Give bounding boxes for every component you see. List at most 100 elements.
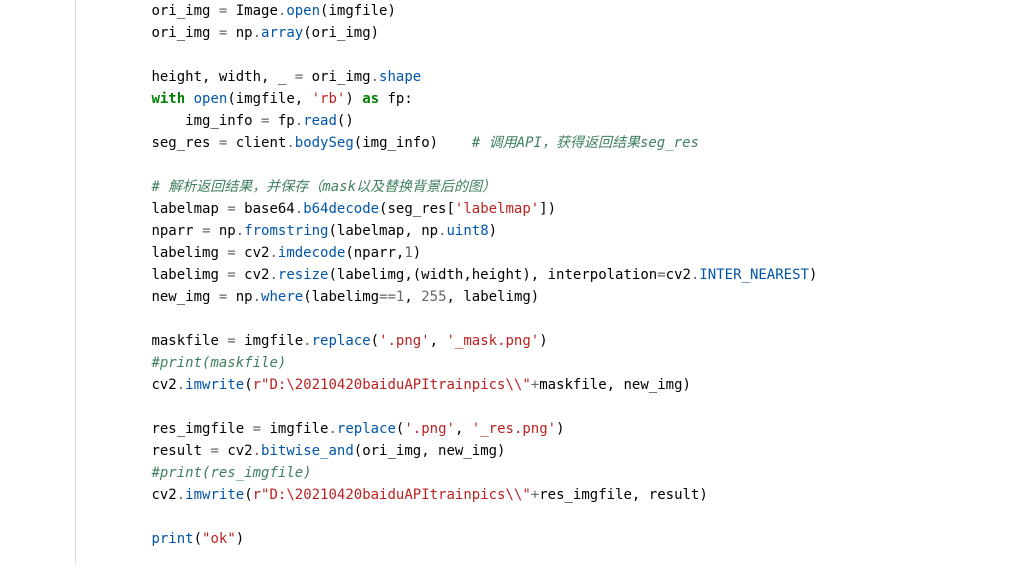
code-token: np	[227, 25, 252, 41]
code-token: , labelimg)	[447, 289, 540, 305]
code-token: (labelmap, np	[328, 223, 438, 239]
code-token: cv2	[236, 245, 270, 261]
code-token: =	[227, 333, 235, 349]
code-token: =	[210, 443, 218, 459]
code-token: ])	[539, 201, 556, 217]
code-token: ,	[455, 421, 472, 437]
code-line: with open(imgfile, 'rb') as fp:	[84, 91, 413, 107]
code-token: replace	[312, 333, 371, 349]
code-token: open	[286, 3, 320, 19]
code-token: (	[244, 487, 252, 503]
code-token: #print(res_imgfile)	[151, 465, 311, 481]
code-token: (	[371, 333, 379, 349]
code-token: client	[227, 135, 286, 151]
code-line: #print(maskfile)	[84, 355, 286, 371]
code-token: cv2	[236, 267, 270, 283]
code-line: print("ok")	[84, 531, 244, 547]
code-line: labelimg = cv2.resize(labelimg,(width,he…	[84, 267, 817, 283]
code-line: new_img = np.where(labelimg==1, 255, lab…	[84, 289, 539, 305]
code-token: .	[286, 135, 294, 151]
code-token: fp:	[379, 91, 413, 107]
code-token: '_res.png'	[472, 421, 556, 437]
code-token: b64decode	[303, 201, 379, 217]
code-token: (	[194, 531, 202, 547]
code-token: r"D:\20210420baiduAPItrainpics\\"	[253, 487, 531, 503]
code-line: cv2.imwrite(r"D:\20210420baiduAPItrainpi…	[84, 487, 708, 503]
code-token: base64	[236, 201, 295, 217]
code-token: )	[236, 531, 244, 547]
code-token: )	[345, 91, 362, 107]
code-token: imwrite	[185, 487, 244, 503]
code-token: # 调用API，获得返回结果seg_res	[472, 135, 699, 151]
code-token: print	[151, 531, 193, 547]
code-token: (seg_res[	[379, 201, 455, 217]
code-token: .	[253, 25, 261, 41]
code-token: where	[261, 289, 303, 305]
code-token: r"D:\20210420baiduAPItrainpics\\"	[253, 377, 531, 393]
code-token: imdecode	[278, 245, 345, 261]
code-token: array	[261, 25, 303, 41]
code-token: img_info	[185, 113, 261, 129]
code-line: maskfile = imgfile.replace('.png', '_mas…	[84, 333, 548, 349]
code-token: # 解析返回结果，并保存（mask以及替换背景后的图）	[151, 179, 496, 195]
code-token: 1	[404, 245, 412, 261]
code-token: ori_img	[303, 69, 370, 85]
code-token: res_imgfile, result)	[539, 487, 708, 503]
code-token: ()	[337, 113, 354, 129]
code-token: as	[362, 91, 379, 107]
code-token	[185, 91, 193, 107]
code-token: (img_info)	[354, 135, 472, 151]
code-line: labelmap = base64.b64decode(seg_res['lab…	[84, 201, 556, 217]
code-token: =	[227, 245, 235, 261]
code-line: cv2.imwrite(r"D:\20210420baiduAPItrainpi…	[84, 377, 691, 393]
code-token: '_mask.png'	[447, 333, 540, 349]
code-line: seg_res = client.bodySeg(img_info) # 调用A…	[84, 135, 699, 151]
code-token: =	[295, 69, 303, 85]
code-token: )	[809, 267, 817, 283]
code-line: ori_img = Image.open(imgfile)	[84, 3, 396, 19]
code-token: maskfile, new_img)	[539, 377, 691, 393]
code-token: cv2	[151, 487, 176, 503]
code-token: .	[253, 289, 261, 305]
code-token: .	[253, 443, 261, 459]
code-token: cv2	[219, 443, 253, 459]
code-token: height, width, _	[151, 69, 294, 85]
code-token: .	[269, 245, 277, 261]
code-token: +	[531, 377, 539, 393]
code-token: '.png'	[404, 421, 455, 437]
code-token: (ori_img, new_img)	[354, 443, 506, 459]
code-token: (labelimg	[303, 289, 379, 305]
code-token: #print(maskfile)	[151, 355, 286, 371]
code-token: cv2	[151, 377, 176, 393]
code-token: )	[556, 421, 564, 437]
code-token: with	[151, 91, 185, 107]
code-token: =	[657, 267, 665, 283]
code-token: .	[295, 201, 303, 217]
code-line: ori_img = np.array(ori_img)	[84, 25, 379, 41]
code-token: =	[227, 267, 235, 283]
code-content[interactable]: ori_img = Image.open(imgfile) ori_img = …	[76, 0, 1011, 550]
code-token: res_imgfile	[151, 421, 252, 437]
code-token: ==	[379, 289, 396, 305]
code-token: .	[328, 421, 336, 437]
code-token: (	[244, 377, 252, 393]
code-token: .	[236, 223, 244, 239]
code-token: shape	[379, 69, 421, 85]
code-token: .	[295, 113, 303, 129]
code-token: ,	[430, 333, 447, 349]
code-token: imgfile	[236, 333, 303, 349]
code-token: uint8	[447, 223, 489, 239]
code-token: .	[303, 333, 311, 349]
code-token: imwrite	[185, 377, 244, 393]
code-token: (imgfile,	[227, 91, 311, 107]
code-token: seg_res	[151, 135, 218, 151]
code-token: .	[177, 487, 185, 503]
code-line: nparr = np.fromstring(labelmap, np.uint8…	[84, 223, 497, 239]
code-token: (imgfile)	[320, 3, 396, 19]
code-token: labelimg	[151, 267, 227, 283]
code-token: )	[413, 245, 421, 261]
code-token: (ori_img)	[303, 25, 379, 41]
code-line: #print(res_imgfile)	[84, 465, 312, 481]
code-token: (labelimg,(width,height), interpolation	[328, 267, 657, 283]
code-token: .	[438, 223, 446, 239]
